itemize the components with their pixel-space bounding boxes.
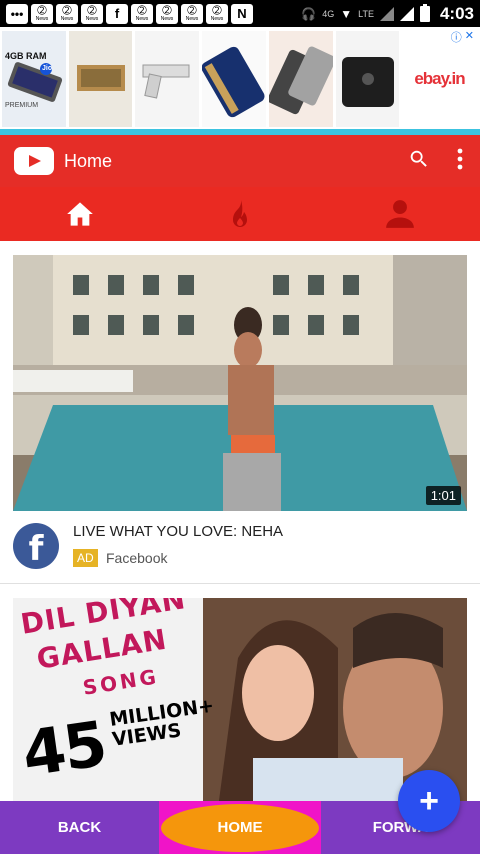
tab-bar	[0, 187, 480, 241]
phone-image	[7, 62, 63, 102]
screen: ••• ➁ News ➁ News ➁ News f ➁ News ➁ News ➁ New…	[0, 0, 480, 854]
news-app-icon: ➁ News	[131, 3, 153, 24]
ebay-ad[interactable]: ebay.in	[404, 31, 480, 127]
facebook-icon: f	[106, 3, 128, 24]
news-app-icon: ➁ News	[31, 3, 53, 24]
ad-banner[interactable]: 4GB RAM Jio PREMIUM ebay.in ⓘ ✕	[0, 27, 480, 131]
tab-account[interactable]	[320, 187, 480, 241]
divider	[0, 583, 480, 584]
search-icon[interactable]	[408, 148, 430, 175]
tab-trending[interactable]	[160, 187, 320, 241]
network-type: 4G	[322, 8, 335, 19]
signal-icon	[399, 6, 414, 21]
wifi-icon: ▼	[340, 6, 353, 21]
promo-view-count: 45	[17, 706, 110, 791]
video-thumbnail[interactable]: DIL DIYAN GALLAN SONG 45 MILLION+ VIEWS	[13, 598, 467, 801]
video-thumbnail-image	[13, 255, 467, 511]
video-duration: 1:01	[425, 486, 461, 505]
tab-home[interactable]	[0, 187, 160, 241]
clock: 4:03	[439, 3, 474, 23]
video-thumbnail[interactable]: 1:01	[13, 255, 467, 511]
headset-icon: 🎧	[301, 6, 317, 21]
ad-tile-wallet[interactable]	[68, 31, 133, 127]
video-title[interactable]: LIVE WHAT YOU LOVE: NEHA	[73, 523, 283, 540]
phone-case-image	[202, 46, 265, 118]
promo-title: DIL DIYAN GALLAN SONG	[18, 598, 221, 700]
news-app-icon: ➁ News	[156, 3, 178, 24]
ad-choices[interactable]: ⓘ ✕	[451, 29, 474, 45]
ad-tile-sub: PREMIUM	[5, 102, 39, 109]
news-app-icon: ➁ News	[181, 3, 203, 24]
ad-tile-smartphone[interactable]	[268, 31, 333, 127]
pistol-image	[142, 64, 190, 99]
home-icon	[67, 202, 93, 226]
message-icon: •••	[6, 3, 28, 24]
jio-logo: Jio	[42, 65, 53, 72]
app-bar: Home	[0, 135, 480, 187]
account-icon	[386, 200, 414, 228]
notification-icons: ••• ➁ News ➁ News ➁ News f ➁ News ➁ News ➁ New…	[6, 3, 253, 24]
home-button[interactable]: HOME	[159, 801, 321, 854]
home-label: HOME	[217, 819, 263, 836]
more-vert-icon[interactable]	[456, 148, 464, 175]
lte-label: LTE	[358, 8, 374, 19]
news-app-icon: ➁ News	[81, 3, 103, 24]
news-app-icon: ➁ News	[206, 3, 228, 24]
back-button[interactable]: BACK	[0, 801, 159, 854]
status-bar: ••• ➁ News ➁ News ➁ News f ➁ News ➁ News ➁ New…	[0, 0, 480, 27]
ad-tile-phone-case[interactable]	[202, 31, 266, 127]
back-label: BACK	[57, 819, 102, 836]
signal-icon	[379, 6, 394, 21]
system-icons: 🎧 4G ▼ LTE 4:03	[301, 3, 474, 24]
plus-icon: +	[419, 781, 439, 820]
youtube-logo-icon	[14, 147, 54, 175]
app-n-icon: N	[231, 3, 253, 24]
ad-tile-phone[interactable]: 4GB RAM Jio PREMIUM	[2, 31, 66, 127]
channel-name[interactable]: Facebook	[106, 550, 167, 566]
app-bar-actions	[408, 148, 480, 175]
news-app-icon: ➁ News	[56, 3, 78, 24]
battery-icon	[419, 3, 430, 22]
info-icon[interactable]: ⓘ	[451, 29, 462, 45]
add-fab-button[interactable]: +	[398, 770, 460, 832]
video-meta[interactable]: f LIVE WHAT YOU LOVE: NEHA AD Facebook	[13, 519, 467, 579]
video-feed: 1:01 f LIVE WHAT YOU LOVE: NEHA AD Faceb…	[0, 241, 480, 801]
facebook-avatar[interactable]: f	[13, 523, 59, 569]
trending-icon	[233, 200, 247, 227]
smartphone-image	[268, 46, 333, 115]
jiofi-image	[341, 57, 394, 107]
ad-badge: AD	[73, 549, 98, 567]
ad-tile-jiofi[interactable]	[335, 31, 400, 127]
ebay-logo: ebay.in	[414, 69, 465, 88]
ad-tile-pistol[interactable]	[135, 31, 200, 127]
page-title: Home	[64, 150, 113, 171]
close-icon[interactable]: ✕	[465, 29, 474, 45]
wallet-image	[76, 65, 125, 91]
